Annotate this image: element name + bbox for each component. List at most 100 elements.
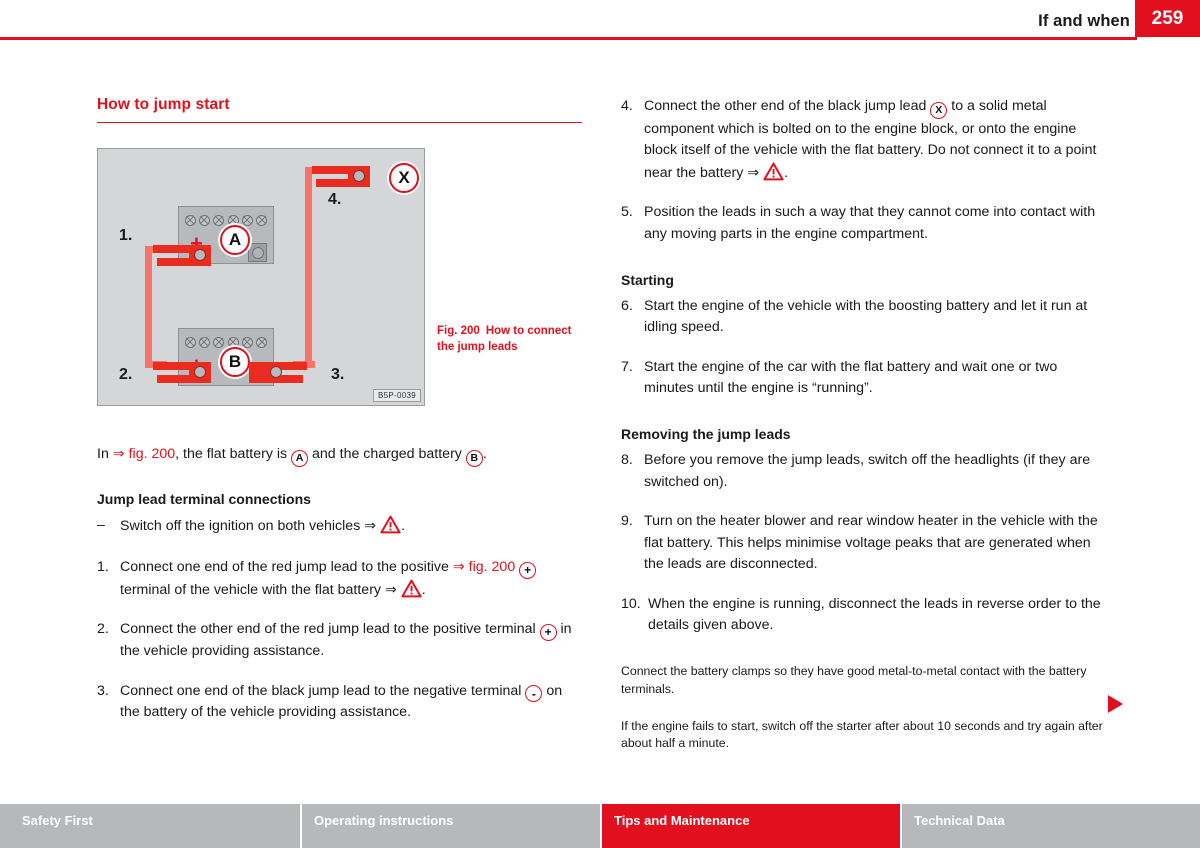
numbered-step-8: 8. Before you remove the jump leads, swi… [621,450,1108,493]
numbered-step-9: 9. Turn on the heater blower and rear wi… [621,511,1108,576]
step-marker-10: 10. [621,595,641,612]
step-marker-9: 9. [621,513,633,530]
figure-label-1: 1. [119,227,133,244]
figure-reference-link[interactable]: ⇒ fig. 200 [453,559,515,575]
figure-reference-link[interactable]: ⇒ fig. 200 [113,446,175,462]
figure-marker-a: A [220,225,250,255]
cell-cap-icon [241,214,253,226]
cell-cap-icon [256,214,268,226]
clamp-engine-ground [312,164,374,190]
step-text-7: Start the engine of the car with the fla… [644,358,1058,397]
step-marker-1: 1. [97,559,109,576]
battery-b-cells [183,333,269,351]
footer-tab-operating-instructions[interactable]: Operating instructions [300,804,600,848]
figure-caption-number: Fig. 200 [437,325,480,337]
numbered-step-4: 4. Connect the other end of the black ju… [621,96,1108,184]
footer-tab-label: Operating instructions [314,813,454,828]
intro-paragraph: In ⇒ fig. 200, the flat battery is A and… [97,444,582,467]
dash-item-suffix: . [401,517,406,534]
step-1-part-1: Connect one end of the red jump lead to … [120,559,453,576]
numbered-step-5: 5. Position the leads in such a way that… [621,202,1108,245]
header-divider [0,37,1137,40]
dash-item-text: Switch off the ignition on both vehicles… [120,515,582,538]
step-marker-8: 8. [621,451,633,468]
section-title-how-to-jump-start: How to jump start [97,96,582,123]
subheading-starting: Starting [621,271,674,288]
clamp-body [249,362,271,383]
step-text-1: Connect one end of the red jump lead to … [120,557,582,601]
continue-arrow-icon [1108,695,1123,713]
cell-cap-icon [198,214,210,226]
step-marker-5: 5. [621,204,633,221]
footer-tab-label: Technical Data [914,813,1005,828]
dash-list-item: – Switch off the ignition on both vehicl… [97,515,582,538]
subheading-removing-the-jump-leads: Removing the jump leads [621,425,791,442]
figure-caption: Fig. 200 How to connect the jump leads [437,324,587,355]
step-text-5: Position the leads in such a way that th… [644,204,1096,243]
numbered-step-2: 2. Connect the other end of the red jump… [97,619,582,662]
step-text-9: Turn on the heater blower and rear windo… [644,513,1098,573]
footer-tab-tips-and-maintenance[interactable]: Tips and Maintenance [600,804,900,848]
clamp-battery-b-positive [153,360,215,386]
battery-a-cells [183,211,269,229]
battery-a-terminal-post [248,243,267,262]
figure-watermark: B5P-0039 [373,389,421,402]
cell-cap-icon [184,214,196,226]
step-4-suffix: . [784,164,789,181]
left-column: How to jump start + A B X 1. 2. 3. 4. B5… [97,96,582,724]
step-marker-3: 3. [97,682,109,699]
inline-marker-b-icon: B [465,449,483,467]
intro-middle-2: and the charged battery [308,446,466,462]
footer-tab-safety-first[interactable]: Safety First [0,804,300,848]
step-marker-4: 4. [621,98,633,114]
manual-page: If and when 259 How to jump start + A B … [0,0,1200,848]
plus-terminal-icon: + [539,623,557,641]
footer-tab-technical-data[interactable]: Technical Data [900,804,1200,848]
plus-terminal-icon: + [519,561,537,579]
clamp-battery-a-positive [153,243,215,269]
warning-triangle-icon [763,162,784,181]
dash-item-body: Switch off the ignition on both vehicles… [120,517,381,534]
numbered-step-10: 10. When the engine is running, disconne… [621,594,1108,637]
figure-marker-x: X [389,163,419,193]
page-header: If and when 259 [0,0,1200,40]
clamp-terminal-hole [194,366,206,378]
clamp-terminal-hole [194,249,206,261]
cell-cap-icon [256,336,268,348]
figure-label-4: 4. [328,191,342,208]
step-text-3: Connect one end of the black jump lead t… [120,681,582,724]
warning-triangle-icon [380,515,401,534]
note-paragraph-2: If the engine fails to start, switch off… [621,718,1103,751]
step-text-10: When the engine is running, disconnect t… [648,595,1101,634]
footer-tab-label: Safety First [22,813,93,828]
numbered-step-1: 1. Connect one end of the red jump lead … [97,557,582,601]
red-jump-lead-vertical [145,246,152,368]
figure-label-3: 3. [331,366,345,383]
step-4-part-1: Connect the other end of the black jump … [644,98,931,114]
intro-suffix: . [482,446,487,462]
step-text-6: Start the engine of the vehicle with the… [644,297,1088,336]
step-1-suffix: . [421,581,426,598]
clamp-battery-b-negative [245,360,307,386]
footer-nav: Safety First Operating instructions Tips… [0,804,1200,848]
intro-prefix: In [97,446,113,462]
step-2-part-1: Connect the other end of the red jump le… [120,621,540,638]
black-jump-lead-vertical [305,167,312,368]
intro-middle-1: , the flat battery is [175,446,292,462]
inline-marker-a-icon: A [291,449,309,467]
battery-a-terminal-post-inner [251,246,264,259]
cell-cap-icon [184,336,196,348]
step-marker-7: 7. [621,358,633,375]
step-text-2: Connect the other end of the red jump le… [120,619,582,662]
cell-cap-icon [198,336,210,348]
subheading-jump-lead-terminal-connections: Jump lead terminal connections [97,490,311,507]
step-marker-6: 6. [621,297,633,314]
numbered-step-6: 6. Start the engine of the vehicle with … [621,296,1108,339]
cell-cap-icon [227,214,239,226]
cell-cap-icon [241,336,253,348]
right-column: 4. Connect the other end of the black ju… [621,96,1108,753]
note-paragraph-1: Connect the battery clamps so they have … [621,664,1087,696]
cell-cap-icon [227,336,239,348]
minus-terminal-icon: - [525,685,543,703]
step-text-8: Before you remove the jump leads, switch… [644,451,1091,490]
